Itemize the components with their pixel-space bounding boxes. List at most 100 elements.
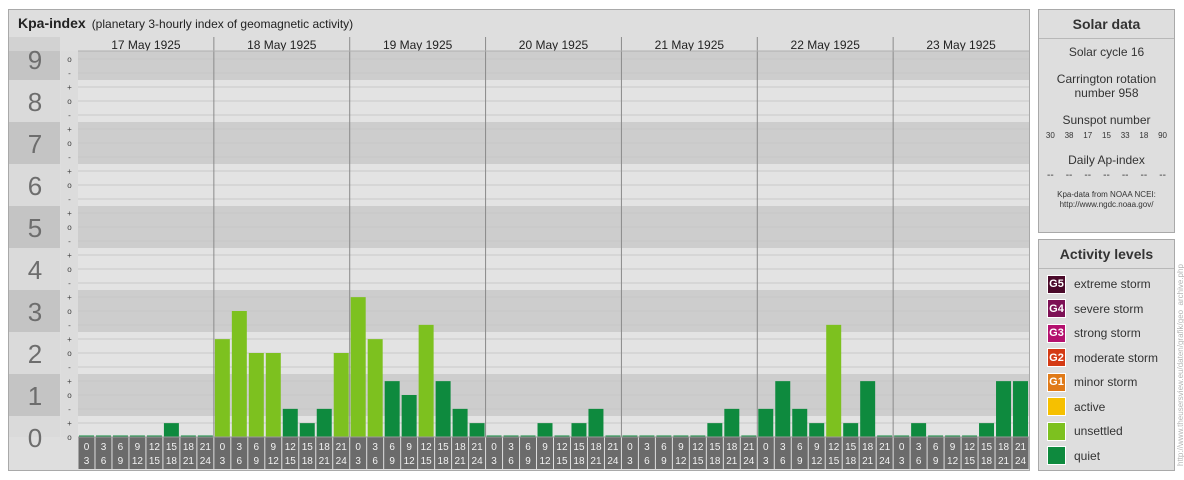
level-unsettled: unsettled xyxy=(1047,421,1123,441)
sunspot-value: 90 xyxy=(1158,131,1168,140)
y-tick-label: 1 xyxy=(28,381,42,411)
level-g1-swatch: G1 xyxy=(1047,372,1066,392)
kp-bar xyxy=(418,324,434,437)
interval-end-label: 12 xyxy=(132,456,144,467)
y-subtick-label: o xyxy=(67,307,72,316)
kp-bar xyxy=(401,395,417,437)
y-subtick-label: + xyxy=(67,83,72,92)
kpa-bar-chart: 0123456789o+-o+-o+-o+-o+-o+-o+-o+-o+-o17… xyxy=(9,37,1029,469)
kp-bar xyxy=(248,353,264,437)
interval-start-label: 0 xyxy=(220,442,226,453)
kp-bar xyxy=(367,339,383,437)
sunspot-title: Sunspot number xyxy=(1062,113,1151,127)
kp-bar xyxy=(265,353,281,437)
kp-bar xyxy=(537,423,553,437)
interval-end-label: 3 xyxy=(355,456,361,467)
y-subtick-label: o xyxy=(67,55,72,64)
interval-start-label: 9 xyxy=(542,442,548,453)
kp-bar xyxy=(469,423,485,437)
interval-end-label: 6 xyxy=(916,456,922,467)
level-g1: G1 minor storm xyxy=(1047,372,1137,392)
interval-start-label: 18 xyxy=(455,442,467,453)
y-tick-label: 5 xyxy=(28,213,42,243)
interval-start-label: 21 xyxy=(879,442,891,453)
interval-end-label: 9 xyxy=(254,456,260,467)
level-active: active xyxy=(1047,397,1105,416)
ap-value: -- xyxy=(1140,170,1148,181)
interval-start-label: 15 xyxy=(166,442,178,453)
interval-start-label: 12 xyxy=(149,442,161,453)
day-label: 22 May 1925 xyxy=(791,38,861,52)
interval-start-label: 15 xyxy=(438,442,450,453)
interval-start-label: 3 xyxy=(237,442,243,453)
data-credit-link[interactable]: http://www.ngdc.noaa.gov/ xyxy=(1039,200,1174,210)
interval-end-label: 15 xyxy=(556,456,568,467)
interval-end-label: 18 xyxy=(573,456,585,467)
level-g4-swatch: G4 xyxy=(1047,299,1066,318)
kp-bar xyxy=(299,423,315,437)
y-subtick-label: o xyxy=(67,265,72,274)
level-quiet-swatch xyxy=(1047,446,1066,465)
interval-start-label: 9 xyxy=(678,442,684,453)
kp-bar xyxy=(333,353,349,437)
y-subtick-label: + xyxy=(67,167,72,176)
level-quiet-label: quiet xyxy=(1074,448,1101,463)
interval-start-label: 18 xyxy=(319,442,331,453)
interval-start-label: 21 xyxy=(472,442,484,453)
interval-start-label: 18 xyxy=(183,442,195,453)
y-tick-label: 3 xyxy=(28,297,42,327)
interval-start-label: 0 xyxy=(355,442,361,453)
y-subtick-label: - xyxy=(68,363,71,372)
sunspot-value: 38 xyxy=(1064,131,1074,140)
interval-end-label: 9 xyxy=(118,456,124,467)
y-subtick-label: - xyxy=(68,69,71,78)
kp-bar xyxy=(860,381,876,437)
interval-end-label: 18 xyxy=(845,456,857,467)
kp-bar xyxy=(792,408,808,437)
interval-end-label: 6 xyxy=(237,456,243,467)
carrington-line-2: number 958 xyxy=(1074,86,1139,100)
interval-start-label: 12 xyxy=(556,442,568,453)
interval-end-label: 18 xyxy=(981,456,993,467)
kp-bar xyxy=(316,408,332,437)
interval-start-label: 21 xyxy=(200,442,212,453)
interval-end-label: 15 xyxy=(285,456,297,467)
interval-end-label: 3 xyxy=(899,456,905,467)
interval-end-label: 15 xyxy=(828,456,840,467)
solar-cycle: Solar cycle 16 xyxy=(1068,45,1145,59)
interval-start-label: 12 xyxy=(964,442,976,453)
kp-bar xyxy=(452,408,468,437)
y-subtick-label: o xyxy=(67,349,72,358)
interval-start-label: 18 xyxy=(590,442,602,453)
kp-bar xyxy=(214,339,230,437)
interval-end-label: 6 xyxy=(101,456,107,467)
interval-end-label: 9 xyxy=(525,456,531,467)
interval-start-label: 3 xyxy=(780,442,786,453)
interval-start-label: 15 xyxy=(709,442,721,453)
ap-value: -- xyxy=(1047,170,1054,181)
y-subtick-label: - xyxy=(68,195,71,204)
ap-index-values: -- -- -- -- -- -- -- xyxy=(1039,170,1174,181)
day-label: 20 May 1925 xyxy=(519,38,589,52)
interval-end-label: 3 xyxy=(763,456,769,467)
interval-start-label: 0 xyxy=(627,442,633,453)
level-quiet: quiet xyxy=(1047,446,1101,465)
interval-end-label: 9 xyxy=(661,456,667,467)
interval-start-label: 9 xyxy=(406,442,412,453)
y-subtick-label: + xyxy=(67,293,72,302)
kp-bar xyxy=(809,423,825,437)
interval-end-label: 15 xyxy=(692,456,704,467)
grid-band xyxy=(78,51,1029,81)
interval-end-label: 24 xyxy=(743,456,755,467)
interval-end-label: 3 xyxy=(627,456,633,467)
ap-value: -- xyxy=(1159,170,1166,181)
y-subtick-label: - xyxy=(68,279,71,288)
interval-start-label: 6 xyxy=(389,442,395,453)
kp-bar xyxy=(384,381,400,437)
level-g3: G3 strong storm xyxy=(1047,323,1141,343)
y-tick-label: 7 xyxy=(28,129,42,159)
kp-bar xyxy=(282,408,298,437)
level-unsettled-label: unsettled xyxy=(1074,424,1123,438)
day-label: 23 May 1925 xyxy=(926,38,996,52)
interval-start-label: 0 xyxy=(763,442,769,453)
